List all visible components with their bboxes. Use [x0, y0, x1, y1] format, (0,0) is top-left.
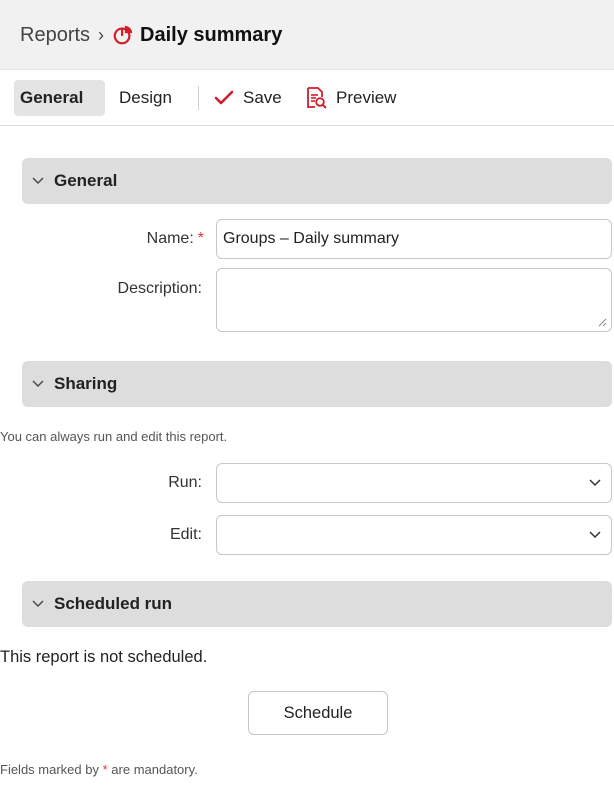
save-button-label: Save	[243, 88, 282, 107]
run-label: Run:	[168, 474, 202, 491]
name-label-text: Name:	[146, 230, 194, 247]
chevron-down-icon	[32, 177, 44, 184]
chevron-down-icon	[32, 600, 44, 607]
description-textarea[interactable]	[216, 268, 612, 332]
checkmark-icon	[214, 90, 234, 105]
chevron-down-icon	[589, 479, 601, 487]
chevron-down-icon	[32, 380, 44, 387]
required-marker: *	[197, 230, 204, 247]
footer-note-prefix: Fields marked by	[0, 762, 99, 777]
breadcrumb: Reports › Daily summary	[20, 20, 282, 50]
edit-label: Edit:	[169, 526, 202, 543]
name-input[interactable]	[216, 219, 612, 259]
preview-button[interactable]: Preview	[305, 80, 396, 116]
tab-design-label: Design	[119, 88, 172, 107]
breadcrumb-reports-link[interactable]: Reports	[20, 24, 90, 47]
report-pie-icon	[113, 25, 133, 45]
section-sharing-header[interactable]: Sharing	[22, 361, 612, 407]
page-title: Daily summary	[140, 23, 283, 46]
footer-required-marker: *	[102, 762, 108, 777]
save-button[interactable]: Save	[214, 80, 282, 116]
mandatory-fields-note: Fields marked by * are mandatory.	[0, 762, 198, 777]
section-scheduled-title: Scheduled run	[54, 594, 173, 613]
run-select[interactable]	[216, 463, 612, 503]
section-general-header[interactable]: General	[22, 158, 612, 204]
tab-general-label: General	[20, 88, 84, 107]
description-label: Description:	[117, 280, 202, 297]
chevron-down-icon	[589, 531, 601, 539]
preview-document-icon	[307, 87, 327, 109]
name-label: Name: *	[147, 230, 204, 248]
footer-note-suffix: are mandatory.	[111, 762, 198, 777]
toolbar-divider	[198, 86, 199, 110]
schedule-status-text: This report is not scheduled.	[0, 648, 208, 666]
tab-design[interactable]: Design	[119, 80, 172, 116]
toolbar: General Design Save Preview	[0, 70, 614, 126]
section-general-title: General	[54, 171, 118, 190]
tab-general[interactable]: General	[14, 80, 105, 116]
page-header: Reports › Daily summary	[0, 0, 614, 70]
section-sharing-title: Sharing	[54, 374, 118, 393]
preview-button-label: Preview	[336, 88, 397, 107]
resize-grip-icon[interactable]	[597, 317, 607, 327]
edit-select[interactable]	[216, 515, 612, 555]
schedule-button[interactable]: Schedule	[248, 691, 388, 735]
sharing-hint: You can always run and edit this report.	[0, 429, 228, 444]
breadcrumb-separator: ›	[98, 24, 105, 45]
section-scheduled-header[interactable]: Scheduled run	[22, 581, 612, 627]
